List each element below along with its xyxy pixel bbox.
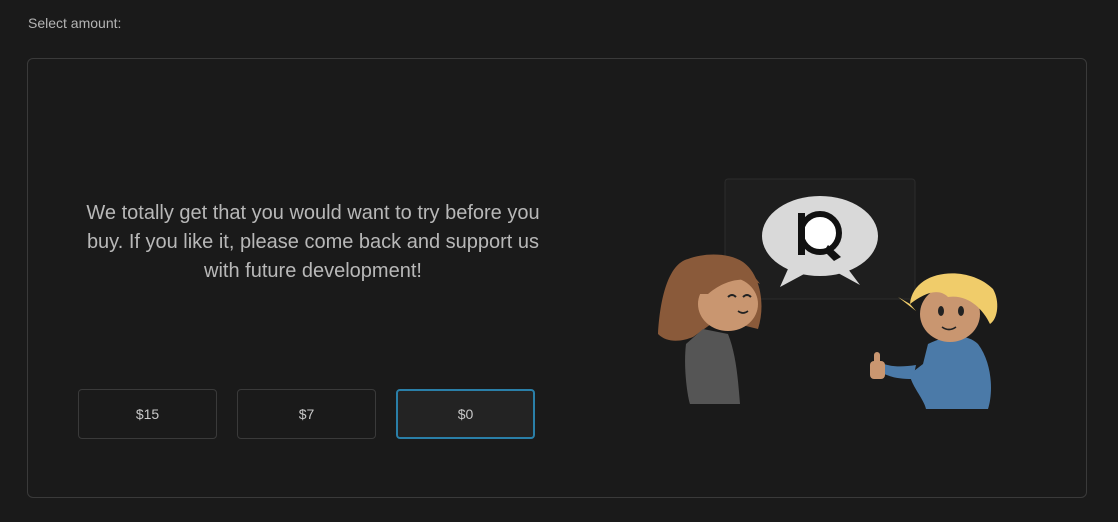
amount-button-0[interactable]: $0	[396, 389, 535, 439]
donation-message: We totally get that you would want to tr…	[86, 202, 540, 282]
support-illustration	[658, 178, 998, 409]
select-amount-label: Select amount:	[28, 15, 122, 31]
donation-card: We totally get that you would want to tr…	[27, 58, 1087, 498]
amount-button-7[interactable]: $7	[237, 389, 376, 439]
logo-p-icon	[798, 211, 842, 261]
thumbs-up-icon	[870, 352, 885, 379]
amount-button-15[interactable]: $15	[78, 389, 217, 439]
